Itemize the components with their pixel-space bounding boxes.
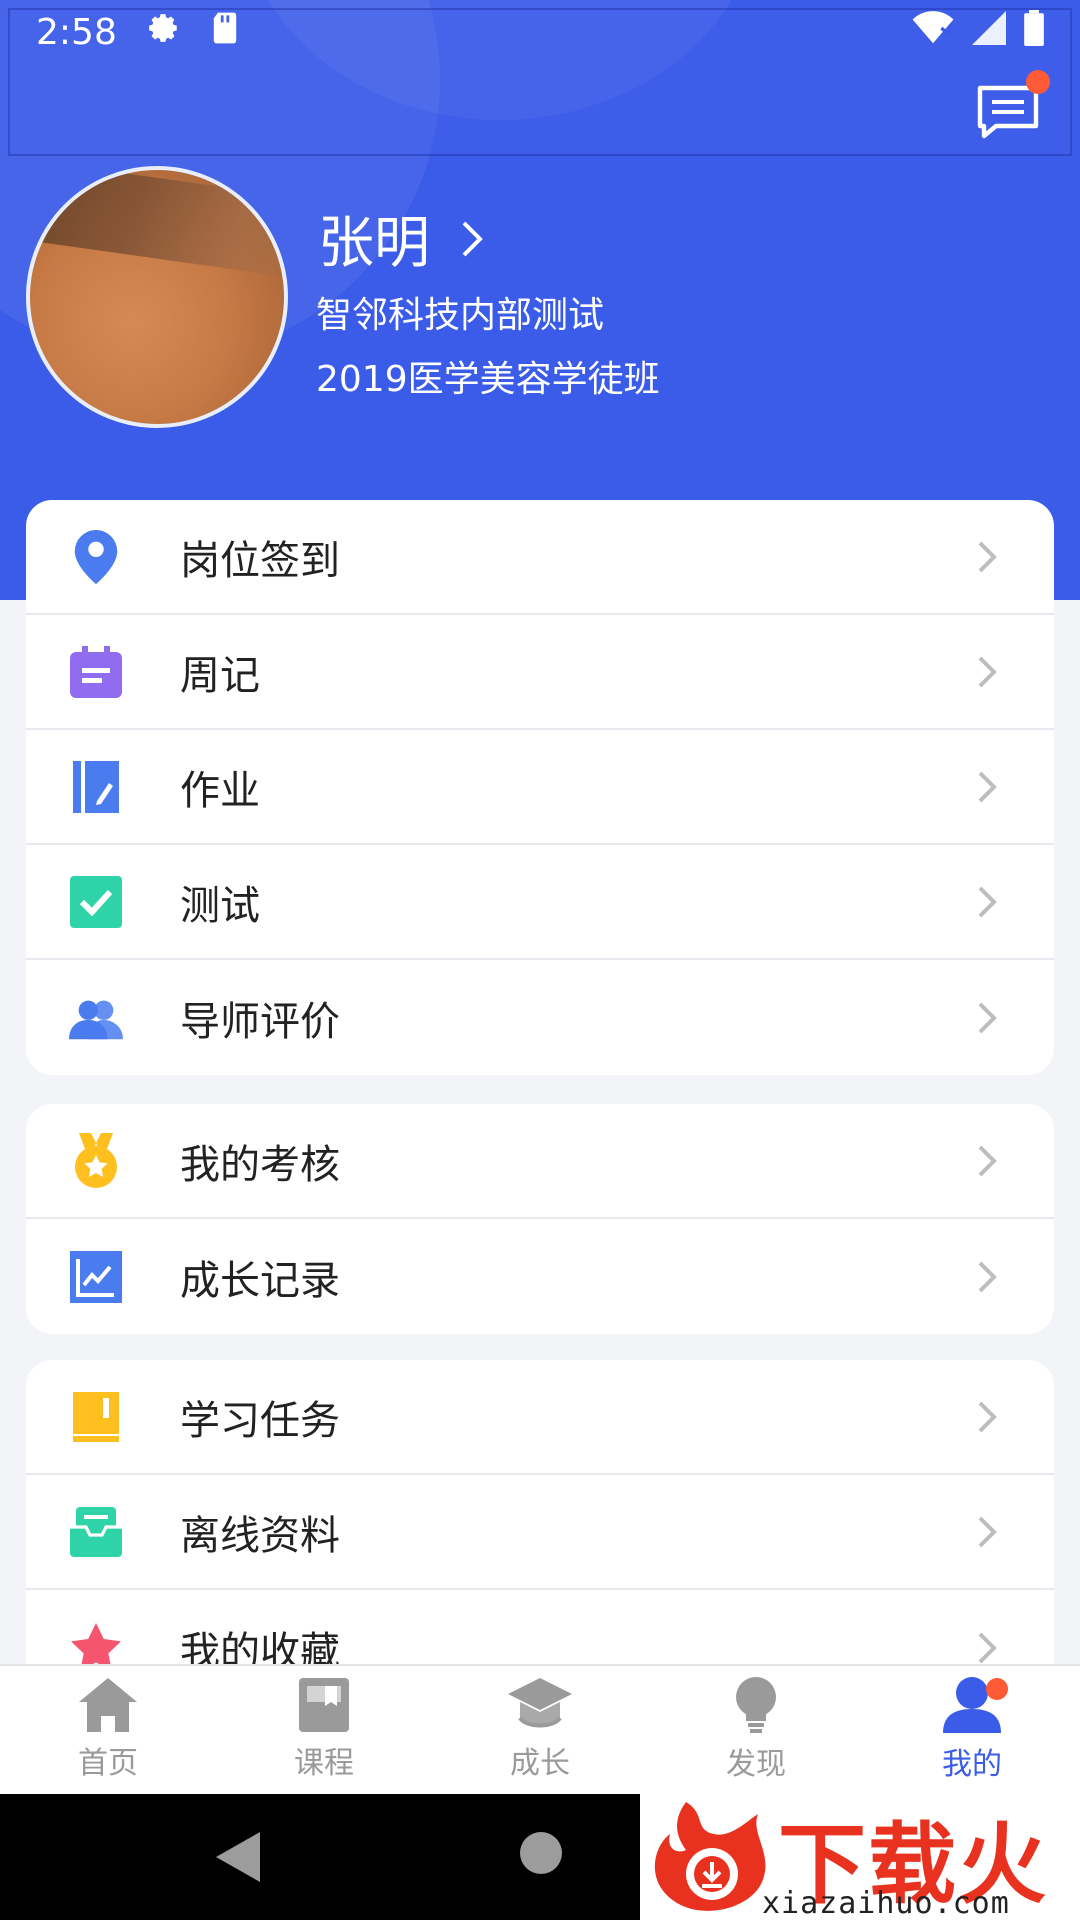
menu-card-1: 岗位签到 周记 作业 测试 导师评价 [26,500,1054,1075]
back-icon[interactable] [216,1832,260,1882]
menu-item-test[interactable]: 测试 [26,845,1054,960]
star-icon [66,1618,126,1664]
signal-icon [972,10,1006,54]
tab-growth[interactable]: 成长 [432,1666,648,1794]
menu-label: 成长记录 [180,1257,340,1304]
menu-item-my-favorites[interactable]: 我的收藏 [26,1590,1054,1664]
tab-label: 发现 [726,1747,786,1782]
chevron-right-icon [978,1261,997,1292]
menu-label: 测试 [180,882,260,929]
graduation-cap-icon [508,1678,572,1728]
chevron-right-icon [978,541,997,572]
menu-item-growth-record[interactable]: 成长记录 [26,1219,1054,1334]
checkbox-icon [66,872,126,932]
chevron-right-icon [978,1401,997,1432]
menu-item-mentor-review[interactable]: 导师评价 [26,960,1054,1075]
watermark: 下载火 xiazaihuo.com [640,1794,1080,1920]
messages-button[interactable] [976,70,1050,140]
menu-card-2: 我的考核 成长记录 [26,1104,1054,1334]
bottom-navigation: 首页 课程 成长 发现 我的 [0,1664,1080,1794]
notebook-pen-icon [66,757,126,817]
menu-item-offline-materials[interactable]: 离线资料 [26,1475,1054,1590]
tab-mine[interactable]: 我的 [864,1666,1080,1794]
menu-label: 岗位签到 [180,537,340,584]
chat-icon [977,85,1039,139]
message-badge [1026,70,1050,94]
wifi-icon [912,10,954,54]
chevron-right-icon [978,1145,997,1176]
menu-label: 我的收藏 [180,1628,340,1665]
profile-organization: 智邻科技内部测试 [316,295,605,336]
watermark-url: xiazaihuo.com [762,1886,1010,1920]
sd-card-icon [211,11,239,54]
calendar-note-icon [66,642,126,702]
tab-label: 课程 [294,1746,354,1781]
users-icon [66,988,126,1048]
menu-item-learning-tasks[interactable]: 学习任务 [26,1360,1054,1475]
tab-label: 我的 [942,1747,1002,1782]
menu-label: 学习任务 [180,1397,340,1444]
profile-class: 2019医学美容学徒班 [316,359,660,400]
home-icon [79,1678,137,1732]
status-bar: 2:58 [0,0,1080,64]
menu-label: 离线资料 [180,1512,340,1559]
tab-courses[interactable]: 课程 [216,1666,432,1794]
avatar[interactable] [26,166,288,428]
book-icon [66,1387,126,1447]
battery-icon [1024,9,1044,55]
menu-card-3: 学习任务 离线资料 我的收藏 [26,1360,1054,1664]
chart-line-icon [66,1247,126,1307]
tab-label: 成长 [510,1746,570,1781]
chevron-right-icon [978,886,997,917]
menu-label: 作业 [180,767,260,814]
course-book-icon [299,1678,349,1732]
chevron-right-icon [978,1632,997,1663]
menu-item-check-in[interactable]: 岗位签到 [26,500,1054,615]
settings-icon [147,11,181,54]
tab-discover[interactable]: 发现 [648,1666,864,1794]
flame-logo-icon [654,1802,766,1911]
menu-label: 我的考核 [180,1141,340,1188]
lightbulb-icon [736,1677,776,1733]
chevron-right-icon [978,1002,997,1033]
chevron-right-icon [978,1516,997,1547]
chevron-right-icon [462,221,483,256]
location-pin-icon [66,527,126,587]
menu-label: 周记 [180,652,260,699]
notification-badge [986,1678,1008,1700]
tab-label: 首页 [78,1746,138,1781]
menu-item-weekly-journal[interactable]: 周记 [26,615,1054,730]
home-circle-icon[interactable] [520,1832,562,1874]
menu-item-my-assessment[interactable]: 我的考核 [26,1104,1054,1219]
profile-name: 张明 [318,211,430,276]
tray-icon [66,1502,126,1562]
profile-name-link[interactable]: 张明 [318,198,484,279]
tab-home[interactable]: 首页 [0,1666,216,1794]
menu-label: 导师评价 [180,998,340,1045]
menu-item-homework[interactable]: 作业 [26,730,1054,845]
chevron-right-icon [978,771,997,802]
chevron-right-icon [978,656,997,687]
medal-icon [66,1131,126,1191]
status-time: 2:58 [36,11,117,53]
